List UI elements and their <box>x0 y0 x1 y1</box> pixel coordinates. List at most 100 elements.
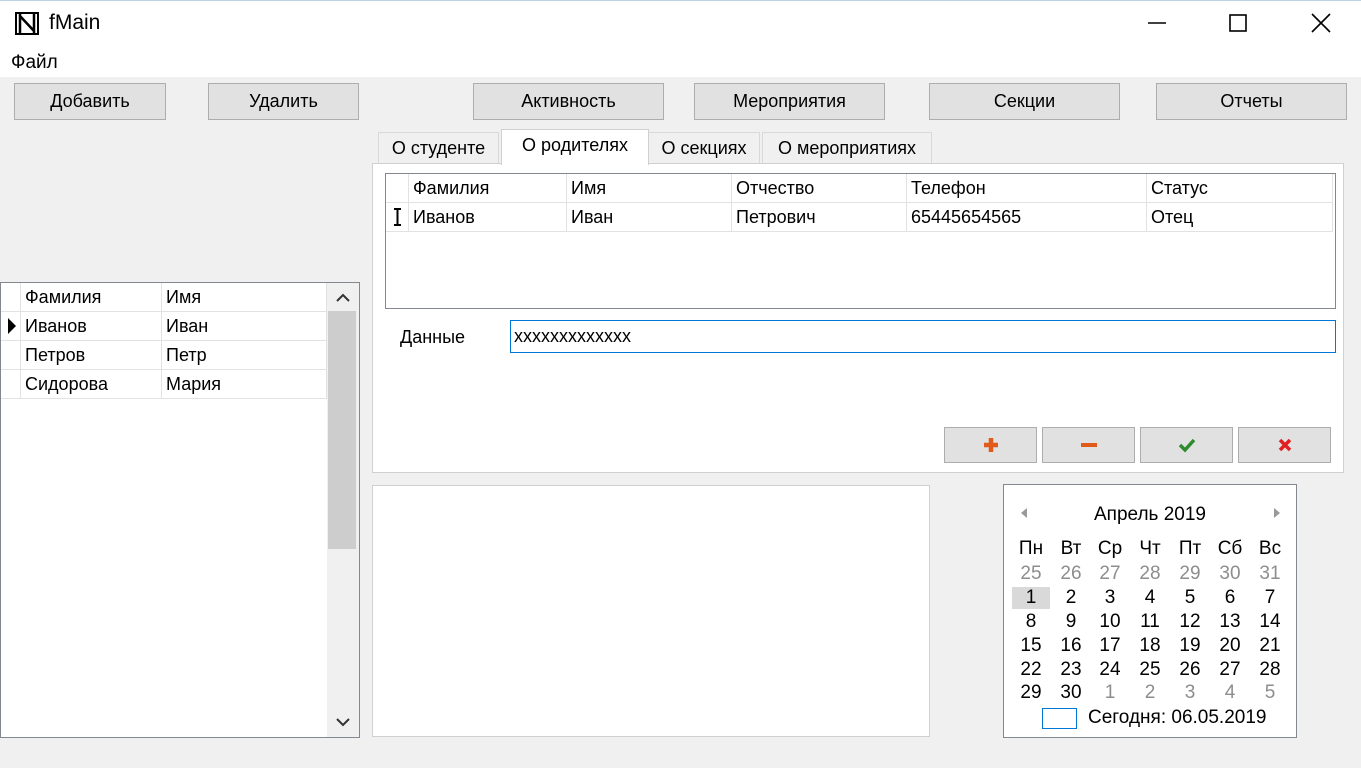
scroll-thumb[interactable] <box>328 311 356 549</box>
table-row-cell[interactable]: Иван <box>567 203 732 232</box>
plus-icon <box>983 438 998 452</box>
calendar-day[interactable]: 7 <box>1251 587 1289 609</box>
sections-button[interactable]: Секции <box>929 83 1120 120</box>
vertical-scrollbar[interactable] <box>327 283 359 737</box>
calendar-day[interactable]: 3 <box>1091 587 1129 609</box>
calendar-day[interactable]: 6 <box>1211 587 1249 609</box>
calendar-day[interactable]: 22 <box>1012 659 1050 681</box>
calendar-day[interactable]: 18 <box>1131 635 1169 657</box>
calendar-day[interactable]: 24 <box>1091 659 1129 681</box>
calendar-day[interactable]: 11 <box>1131 611 1169 633</box>
column-header-lastname[interactable]: Фамилия <box>409 174 567 203</box>
calendar-day[interactable]: 10 <box>1091 611 1129 633</box>
column-header-status[interactable]: Статус <box>1147 174 1333 203</box>
table-row-cell[interactable]: Петрович <box>732 203 907 232</box>
table-row-cell[interactable]: Мария <box>162 370 327 399</box>
activity-button[interactable]: Активность <box>473 83 664 120</box>
data-input[interactable] <box>510 320 1336 353</box>
table-row-cell[interactable]: Иванов <box>409 203 567 232</box>
column-header-phone[interactable]: Телефон <box>907 174 1147 203</box>
calendar-day[interactable]: 19 <box>1171 635 1209 657</box>
menu-file[interactable]: Файл <box>11 50 58 76</box>
calendar-day[interactable]: 12 <box>1171 611 1209 633</box>
add-button[interactable]: Добавить <box>14 83 166 120</box>
calendar-day[interactable]: 1 <box>1091 682 1129 704</box>
calendar-day[interactable]: 21 <box>1251 635 1289 657</box>
calendar-month-title[interactable]: Апрель 2019 <box>1050 503 1250 527</box>
calendar-day[interactable]: 23 <box>1052 659 1090 681</box>
prev-month-icon[interactable] <box>1017 505 1031 521</box>
column-header-firstname[interactable]: Имя <box>162 283 327 312</box>
minimize-icon <box>1148 22 1166 24</box>
today-label[interactable]: Сегодня: 06.05.2019 <box>1088 706 1266 730</box>
delete-button[interactable]: Удалить <box>208 83 359 120</box>
calendar-day[interactable]: 1 <box>1012 587 1050 609</box>
calendar-day[interactable]: 29 <box>1012 682 1050 704</box>
app-icon <box>15 12 39 35</box>
table-row-cell[interactable]: Иванов <box>21 312 162 341</box>
calendar-day[interactable]: 5 <box>1251 682 1289 704</box>
reports-button[interactable]: Отчеты <box>1156 83 1347 120</box>
calendar-weekday: Вс <box>1258 538 1282 559</box>
calendar-day[interactable]: 30 <box>1052 682 1090 704</box>
edit-row-cursor-icon <box>394 208 401 226</box>
calendar-day[interactable]: 2 <box>1052 587 1090 609</box>
calendar-day[interactable]: 28 <box>1251 659 1289 681</box>
calendar-day[interactable]: 29 <box>1171 563 1209 585</box>
students-grid[interactable]: Фамилия Имя Иванов Иван Петров Петр Сидо… <box>0 282 360 738</box>
calendar-day[interactable]: 4 <box>1131 587 1169 609</box>
maximize-button[interactable] <box>1198 0 1278 46</box>
column-header-patronymic[interactable]: Отчество <box>732 174 907 203</box>
cancel-record-button[interactable] <box>1238 427 1331 463</box>
calendar-day[interactable]: 5 <box>1171 587 1209 609</box>
calendar-day[interactable]: 25 <box>1131 659 1169 681</box>
scroll-up-icon[interactable] <box>335 291 351 305</box>
row-header <box>1 341 21 370</box>
parents-grid[interactable]: Фамилия Имя Отчество Телефон Статус Иван… <box>385 173 1336 309</box>
calendar-day[interactable]: 28 <box>1131 563 1169 585</box>
events-button[interactable]: Мероприятия <box>694 83 885 120</box>
calendar-day[interactable]: 4 <box>1211 682 1249 704</box>
calendar-day[interactable]: 8 <box>1012 611 1050 633</box>
calendar-weekday: Вт <box>1060 538 1082 559</box>
calendar-day[interactable]: 20 <box>1211 635 1249 657</box>
tab-parents[interactable]: О родителях <box>501 129 649 165</box>
calendar-day[interactable]: 30 <box>1211 563 1249 585</box>
calendar-day[interactable]: 27 <box>1211 659 1249 681</box>
calendar-day[interactable]: 14 <box>1251 611 1289 633</box>
tab-page-parents: Фамилия Имя Отчество Телефон Статус Иван… <box>372 163 1344 473</box>
calendar-day[interactable]: 26 <box>1052 563 1090 585</box>
tab-student[interactable]: О студенте <box>378 132 499 164</box>
column-header-firstname[interactable]: Имя <box>567 174 732 203</box>
table-row-cell[interactable]: Петров <box>21 341 162 370</box>
calendar-day[interactable]: 15 <box>1012 635 1050 657</box>
table-row-cell[interactable]: Петр <box>162 341 327 370</box>
remove-record-button[interactable] <box>1042 427 1135 463</box>
add-record-button[interactable] <box>944 427 1037 463</box>
calendar-day[interactable]: 16 <box>1052 635 1090 657</box>
scroll-down-icon[interactable] <box>335 715 351 729</box>
tab-events[interactable]: О мероприятиях <box>762 132 932 164</box>
calendar-day[interactable]: 27 <box>1091 563 1129 585</box>
calendar-weekday: Пт <box>1178 538 1202 559</box>
calendar-day[interactable]: 26 <box>1171 659 1209 681</box>
calendar-day[interactable]: 3 <box>1171 682 1209 704</box>
table-row-cell[interactable]: Сидорова <box>21 370 162 399</box>
table-row-cell[interactable]: Иван <box>162 312 327 341</box>
calendar-day[interactable]: 9 <box>1052 611 1090 633</box>
table-row-cell[interactable]: Отец <box>1147 203 1333 232</box>
column-header-lastname[interactable]: Фамилия <box>21 283 162 312</box>
calendar-day[interactable]: 31 <box>1251 563 1289 585</box>
check-icon <box>1178 438 1195 453</box>
next-month-icon[interactable] <box>1270 505 1284 521</box>
calendar-day[interactable]: 17 <box>1091 635 1129 657</box>
close-button[interactable] <box>1281 0 1361 46</box>
table-row-cell[interactable]: 65445654565 <box>907 203 1147 232</box>
save-record-button[interactable] <box>1140 427 1233 463</box>
cross-icon <box>1278 438 1291 452</box>
minimize-button[interactable] <box>1117 0 1197 46</box>
calendar-day[interactable]: 25 <box>1012 563 1050 585</box>
tab-sections[interactable]: О секциях <box>648 132 760 164</box>
calendar-day[interactable]: 13 <box>1211 611 1249 633</box>
calendar-day[interactable]: 2 <box>1131 682 1169 704</box>
